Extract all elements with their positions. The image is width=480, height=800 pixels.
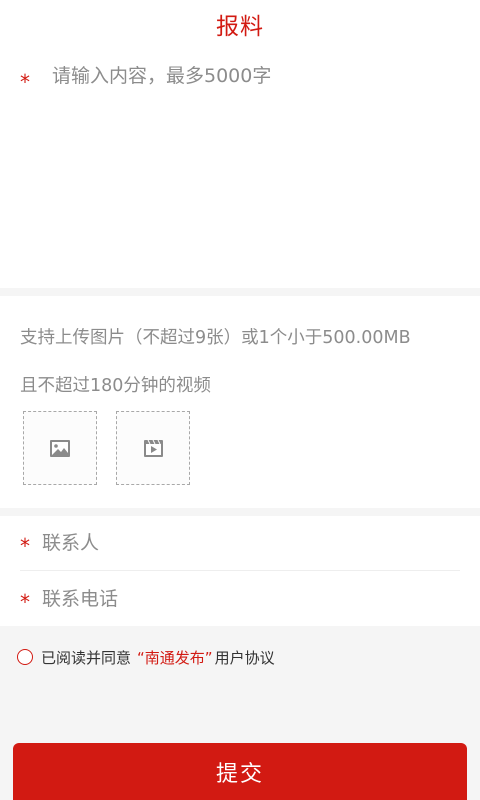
- image-icon: [50, 439, 70, 457]
- content-section: *: [0, 48, 480, 288]
- upload-hint: 支持上传图片（不超过9张）或1个小于500.00MB 且不超过180分钟的视频: [20, 314, 470, 410]
- upload-video-button[interactable]: [116, 411, 190, 485]
- contact-name-input[interactable]: [42, 532, 460, 554]
- contact-phone-input[interactable]: [42, 587, 460, 610]
- agreement-link[interactable]: “南通发布”: [137, 647, 213, 668]
- upload-image-button[interactable]: [23, 411, 97, 485]
- agreement-suffix: 用户协议: [214, 648, 275, 667]
- phone-required-mark: *: [20, 589, 30, 614]
- contact-section: * *: [0, 516, 480, 626]
- content-input[interactable]: [52, 62, 462, 262]
- name-required-mark: *: [20, 534, 30, 558]
- agreement-row: 已阅读并同意 “南通发布” 用户协议: [17, 646, 275, 668]
- video-icon: [143, 439, 163, 457]
- header: 报料: [0, 0, 480, 48]
- report-page: 报料 * 支持上传图片（不超过9张）或1个小于500.00MB 且不超过180分…: [0, 0, 480, 800]
- contact-name-row: *: [20, 516, 460, 571]
- page-title: 报料: [216, 14, 264, 40]
- upload-section: 支持上传图片（不超过9张）或1个小于500.00MB 且不超过180分钟的视频: [0, 296, 480, 508]
- contact-phone-row: *: [20, 571, 460, 626]
- upload-hint-line1: 支持上传图片（不超过9张）或1个小于500.00MB: [20, 328, 411, 348]
- upload-hint-line2: 且不超过180分钟的视频: [20, 376, 211, 396]
- agreement-prefix: 已阅读并同意: [41, 648, 132, 667]
- submit-button[interactable]: 提交: [13, 743, 467, 800]
- content-required-mark: *: [20, 70, 30, 94]
- agree-radio[interactable]: [17, 649, 33, 665]
